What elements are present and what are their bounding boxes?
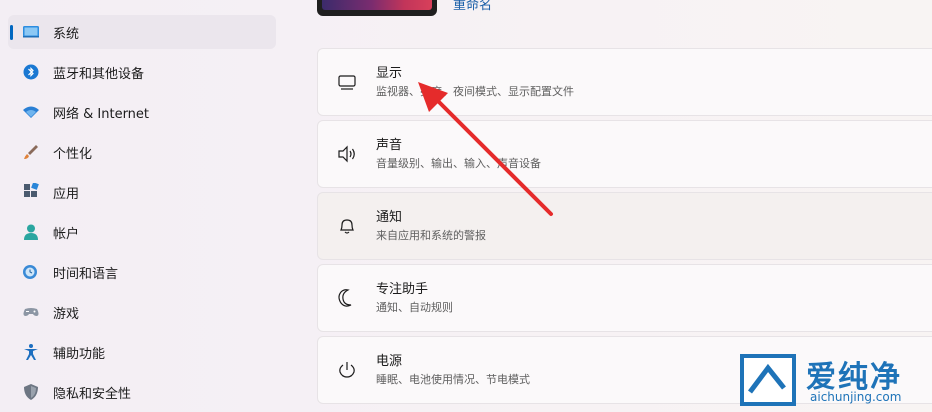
sidebar-item-label: 系统 bbox=[53, 26, 80, 42]
sidebar-item-label: 隐私和安全性 bbox=[53, 386, 132, 402]
card-title: 通知 bbox=[376, 210, 403, 225]
card-title: 专注助手 bbox=[376, 282, 429, 297]
system-icon bbox=[22, 23, 40, 41]
bluetooth-icon bbox=[22, 63, 40, 81]
watermark-url: aichunjing.com bbox=[810, 390, 902, 404]
account-icon bbox=[22, 223, 40, 241]
sidebar-item-apps[interactable]: 应用 bbox=[8, 175, 276, 209]
gamepad-icon bbox=[22, 303, 40, 321]
rename-link[interactable]: 重命名 bbox=[453, 0, 492, 13]
settings-card-notifications[interactable]: 通知 来自应用和系统的警报 bbox=[317, 192, 932, 260]
card-description: 监视器、亮度、夜间模式、显示配置文件 bbox=[376, 85, 574, 98]
card-description: 来自应用和系统的警报 bbox=[376, 229, 486, 242]
monitor-icon bbox=[336, 71, 358, 93]
sidebar-item-label: 时间和语言 bbox=[53, 266, 119, 282]
power-icon bbox=[336, 359, 358, 381]
accessibility-icon bbox=[22, 343, 40, 361]
watermark-emblem-icon bbox=[740, 354, 796, 406]
sidebar-item-time-language[interactable]: 时间和语言 bbox=[8, 255, 276, 289]
sidebar-item-label: 辅助功能 bbox=[53, 346, 106, 362]
settings-card-sound[interactable]: 声音 音量级别、输出、输入、声音设备 bbox=[317, 120, 932, 188]
sidebar-item-label: 个性化 bbox=[53, 146, 93, 162]
device-thumbnail bbox=[317, 0, 437, 16]
sidebar-item-label: 游戏 bbox=[53, 306, 80, 322]
speaker-icon bbox=[336, 143, 358, 165]
wifi-icon bbox=[22, 103, 40, 121]
sidebar-item-privacy[interactable]: 隐私和安全性 bbox=[8, 375, 276, 409]
sidebar-item-bluetooth[interactable]: 蓝牙和其他设备 bbox=[8, 55, 276, 89]
globe-clock-icon bbox=[22, 263, 40, 281]
card-title: 声音 bbox=[376, 138, 403, 153]
selection-indicator bbox=[10, 25, 13, 40]
sidebar-item-label: 应用 bbox=[53, 186, 80, 202]
watermark-logo: 爱纯净 aichunjing.com bbox=[738, 352, 932, 408]
sidebar-item-label: 网络 & Internet bbox=[53, 106, 150, 122]
card-description: 通知、自动规则 bbox=[376, 301, 453, 314]
settings-card-display[interactable]: 显示 监视器、亮度、夜间模式、显示配置文件 bbox=[317, 48, 932, 116]
settings-card-focus-assist[interactable]: 专注助手 通知、自动规则 bbox=[317, 264, 932, 332]
sidebar-item-label: 帐户 bbox=[53, 226, 80, 242]
sidebar-item-gaming[interactable]: 游戏 bbox=[8, 295, 276, 329]
moon-icon bbox=[336, 287, 358, 309]
sidebar-item-accessibility[interactable]: 辅助功能 bbox=[8, 335, 276, 369]
card-description: 音量级别、输出、输入、声音设备 bbox=[376, 157, 541, 170]
sidebar-item-system[interactable]: 系统 bbox=[8, 15, 276, 49]
card-title: 显示 bbox=[376, 66, 403, 81]
brush-icon bbox=[22, 143, 40, 161]
shield-icon bbox=[22, 383, 40, 401]
sidebar-item-accounts[interactable]: 帐户 bbox=[8, 215, 276, 249]
apps-icon bbox=[22, 182, 40, 201]
sidebar-item-label: 蓝牙和其他设备 bbox=[53, 66, 145, 82]
sidebar-item-personalization[interactable]: 个性化 bbox=[8, 135, 276, 169]
sidebar: 系统 蓝牙和其他设备 网络 & Internet 个性化 应用 帐户 时间和语言… bbox=[0, 0, 290, 408]
sidebar-item-network[interactable]: 网络 & Internet bbox=[8, 95, 276, 129]
card-title: 电源 bbox=[376, 354, 403, 369]
card-description: 睡眠、电池使用情况、节电模式 bbox=[376, 373, 530, 386]
bell-icon bbox=[336, 215, 358, 237]
wallpaper-preview bbox=[322, 0, 432, 10]
